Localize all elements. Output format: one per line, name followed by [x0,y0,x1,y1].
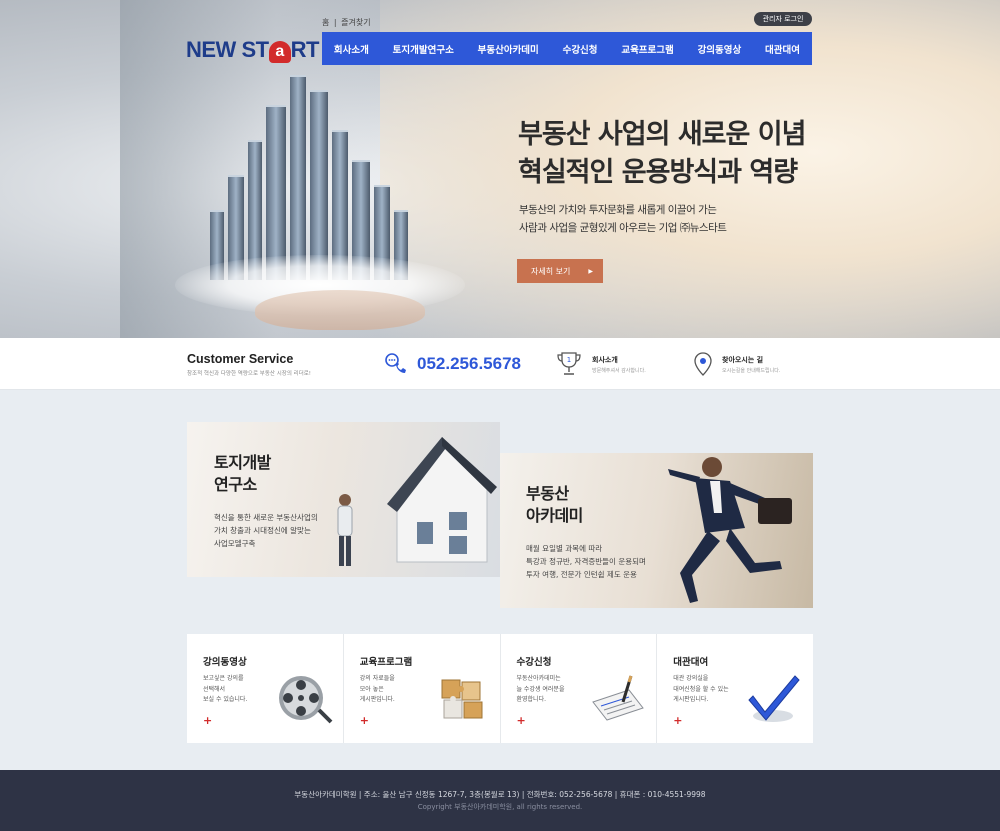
bookmark-link[interactable]: 즐겨찾기 [341,18,370,27]
card-desc: 보고싶은 강의를 선택해서 보실 수 있습니다. [203,674,263,706]
svg-text:1: 1 [567,356,571,364]
home-link[interactable]: 홈 [322,18,329,27]
card-desc-line: 게시판입니다. [673,696,709,703]
card-title: 강의동영상 [203,657,247,668]
location-pin-icon [694,352,712,376]
hero-building [266,105,286,280]
cs-item-company-label[interactable]: 회사소개 [592,355,618,365]
footer-info: 부동산아카데미학원 | 주소: 울산 남구 신정동 1267-7, 3층(봉월로… [294,790,706,799]
feature-desc-line: 특강과 정규반, 자격증반들이 운용되며 [526,557,646,566]
hero-hand [255,290,425,330]
more-plus-icon[interactable]: + [517,714,526,727]
card-desc: 강의 자료들을 모아 놓은 게시판입니다. [360,674,420,706]
customer-service-subtitle: 창조적 혁신과 다양한 역량으로 부동산 시장의 리더로! [187,371,312,377]
checkmark-icon [748,675,800,722]
puzzle-icon [441,679,483,719]
card-lecture-videos[interactable]: 강의동영상 보고싶은 강의를 선택해서 보실 수 있습니다. + [187,634,344,743]
logo-text: NEW ST [186,37,269,62]
logo-text-end: RT [290,37,320,62]
nav-item-rental[interactable]: 대관대여 [765,42,800,56]
card-desc-line: 대여신청을 할 수 있는 [673,685,729,693]
top-links-separator: | [333,18,337,27]
clipboard-pen-icon [591,675,644,721]
nav-item-company[interactable]: 회사소개 [334,42,369,56]
hero-desc-line: 부동산의 가치와 투자문화를 새롭게 이끌어 가는 [519,204,717,216]
card-title: 수강신청 [516,657,552,668]
feature-title-line: 부동산 [526,484,569,503]
more-plus-icon[interactable]: + [360,714,369,727]
hero-banner: NEW ST a RT 홈 | 즐겨찾기 관리자 로그인 회사소개 토지개발연구소 … [0,0,1000,338]
card-desc-line: 대관 강의실을 [673,675,709,682]
footer-copyright: Copyright 부동산아카데미학원, all rights reserved… [417,803,583,811]
logo-mark-icon: a [268,41,291,63]
nav-item-programs[interactable]: 교육프로그램 [621,42,673,56]
more-plus-icon[interactable]: + [203,714,212,727]
feature-desc-line: 가치 창출과 시대정신에 알맞는 [214,526,311,535]
hero-more-label: 자세히 보기 [531,266,571,276]
top-links: 홈 | 즐겨찾기 [322,17,373,28]
feature-academy-title: 부동산 아카데미 [526,483,583,527]
more-plus-icon[interactable]: + [673,714,682,727]
film-reel-icon [279,676,333,724]
feature-desc-line: 매월 요일별 과목에 따라 [526,544,603,553]
cs-item-company-desc: 방문해주셔서 감사합니다. [592,368,646,374]
hero-description: 부동산의 가치와 투자문화를 새롭게 이끌어 가는 사람과 사업을 균형있게 아… [519,201,727,237]
feature-title-line: 아카데미 [526,506,583,525]
hero-title-line: 혁실적인 운용방식과 역량 [518,157,798,188]
feature-title-line: 연구소 [214,475,257,494]
running-businessman-image [668,457,792,603]
hero-more-button[interactable]: 자세히 보기 ▶ [517,259,603,283]
nav-item-land-lab[interactable]: 토지개발연구소 [393,42,454,56]
feature-academy-desc: 매월 요일별 과목에 따라 특강과 정규반, 자격증반들이 운용되며 투자 여행… [526,542,646,581]
hero-title-line: 부동산 사업의 새로운 이념 [518,119,806,150]
customer-service-bar: Customer Service 창조적 혁신과 다양한 역량으로 부동산 시장… [0,338,1000,390]
site-logo[interactable]: NEW ST a RT [186,37,319,63]
nav-item-videos[interactable]: 강의동영상 [698,42,742,56]
nav-item-registration[interactable]: 수강신청 [563,42,598,56]
phone-chat-icon [385,353,406,373]
admin-login-button[interactable]: 관리자 로그인 [754,12,812,26]
card-desc-line: 환영합니다. [516,696,547,703]
card-desc-line: 선택해서 [203,685,226,693]
quick-menu-cards: 강의동영상 보고싶은 강의를 선택해서 보실 수 있습니다. + 교육프로그램 … [187,634,813,743]
walking-man-image [337,494,353,566]
hero-title: 부동산 사업의 새로운 이념 혁실적인 운용방식과 역량 [518,116,806,192]
card-desc: 부동산아카데미는 늘 수강생 여러분을 환영합니다. [517,674,577,706]
card-venue-rental[interactable]: 대관대여 대관 강의실을 대여신청을 할 수 있는 게시판입니다. + [657,634,813,743]
hero-desc-line: 사람과 사업을 균형있게 아우르는 기업 ㈜뉴스타트 [519,222,727,234]
feature-title-line: 토지개발 [214,453,271,472]
card-desc-line: 강의 자료들을 [359,675,395,682]
card-course-registration[interactable]: 수강신청 부동산아카데미는 늘 수강생 여러분을 환영합니다. + [501,634,658,743]
phone-number[interactable]: 052.256.5678 [417,354,521,374]
trophy-icon: 1 [557,352,581,375]
card-title: 대관대여 [673,657,709,668]
card-education-programs[interactable]: 교육프로그램 강의 자료들을 모아 놓은 게시판입니다. + [344,634,501,743]
card-desc-line: 부동산아카데미는 [516,675,561,682]
customer-service-title: Customer Service [187,352,294,366]
feature-academy[interactable]: 부동산 아카데미 매월 요일별 과목에 따라 특강과 정규반, 자격증반들이 운… [500,453,813,608]
arrow-right-icon: ▶ [588,267,593,275]
feature-desc-line: 사업모델구축 [214,539,256,548]
house-model-image [387,437,497,563]
hero-building [310,90,328,280]
cs-item-directions-label[interactable]: 찾아오시는 길 [722,355,763,365]
card-title: 교육프로그램 [359,657,413,668]
card-desc-line: 보고싶은 강의를 [203,675,244,682]
card-desc-line: 게시판입니다. [359,696,395,703]
feature-desc-line: 혁신을 통한 새로운 부동산사업의 [214,513,318,522]
hero-building [290,75,306,280]
site-footer: 부동산아카데미학원 | 주소: 울산 남구 신정동 1267-7, 3층(봉월로… [0,770,1000,831]
feature-land-lab-title: 토지개발 연구소 [214,452,271,496]
card-desc: 대관 강의실을 대여신청을 할 수 있는 게시판입니다. [673,674,733,706]
card-desc-line: 모아 놓은 [359,685,384,693]
feature-land-lab-desc: 혁신을 통한 새로운 부동산사업의 가치 창출과 시대정신에 알맞는 사업모델구… [214,511,318,550]
card-desc-line: 늘 수강생 여러분을 [516,685,565,693]
cs-item-directions-desc: 오시는길을 안내해드립니다. [722,368,781,374]
feature-land-lab[interactable]: 토지개발 연구소 혁신을 통한 새로운 부동산사업의 가치 창출과 시대정신에 … [187,422,500,577]
feature-desc-line: 투자 여행, 전문가 인턴쉽 제도 운용 [526,570,637,579]
nav-item-academy[interactable]: 부동산아카데미 [478,42,539,56]
main-navigation: 회사소개 토지개발연구소 부동산아카데미 수강신청 교육프로그램 강의동영상 대… [322,32,812,65]
card-desc-line: 보실 수 있습니다. [203,696,248,703]
